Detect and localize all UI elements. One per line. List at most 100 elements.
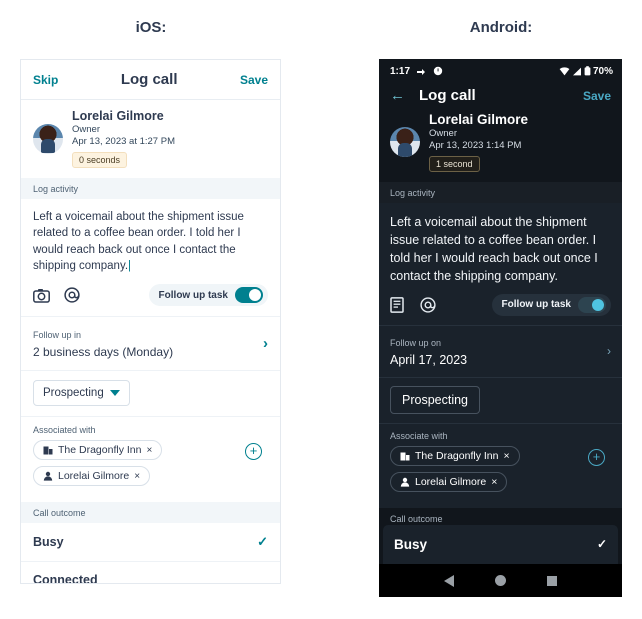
association-chip-contact[interactable]: Lorelai Gilmore × — [390, 471, 508, 492]
call-datetime: Apr 13, 2023 1:14 PM — [429, 140, 522, 151]
mention-icon[interactable] — [64, 287, 80, 303]
activity-note-input[interactable]: Left a voicemail about the shipment issu… — [379, 203, 622, 292]
chevron-right-icon: › — [607, 343, 611, 358]
ios-section-title: iOS: — [135, 19, 167, 36]
camera-icon[interactable] — [33, 288, 50, 303]
status-right: 70% — [559, 66, 613, 77]
follow-up-task-label: Follow up task — [501, 299, 571, 310]
save-button[interactable]: Save — [583, 89, 611, 103]
association-chip-company[interactable]: The Dragonfly Inn × — [390, 445, 520, 466]
option-label: Connected — [33, 573, 98, 584]
save-button[interactable]: Save — [240, 73, 268, 87]
battery-icon — [584, 66, 591, 76]
activity-note-text: Left a voicemail about the shipment issu… — [33, 211, 244, 272]
contact-summary: Lorelai Gilmore Owner Apr 13, 2023 1:14 … — [379, 110, 622, 182]
chip-remove-icon[interactable]: × — [491, 476, 497, 488]
recents-nav-icon[interactable] — [547, 575, 558, 586]
associations-section: Associated with The Dragonfly Inn × Lore… — [21, 417, 280, 502]
battery-percent: 70% — [592, 65, 613, 77]
contact-details: Lorelai Gilmore Owner Apr 13, 2023 1:14 … — [429, 112, 528, 172]
follow-up-row[interactable]: Follow up on April 17, 2023 › — [379, 326, 622, 377]
contact-name: Lorelai Gilmore — [429, 112, 529, 127]
contact-icon — [400, 477, 410, 487]
associations-list: Associated with The Dragonfly Inn × Lore… — [33, 425, 245, 492]
note-icon[interactable] — [390, 296, 404, 313]
wifi-icon — [559, 66, 570, 75]
android-section-title: Android: — [469, 19, 533, 36]
follow-up-task-toggle-group[interactable]: Follow up task — [491, 293, 611, 316]
follow-up-task-switch[interactable] — [235, 287, 263, 304]
log-activity-card: Left a voicemail about the shipment issu… — [379, 203, 622, 508]
contact-summary: Lorelai Gilmore Owner Apr 13, 2023 at 1:… — [21, 100, 280, 178]
check-icon: ✓ — [257, 534, 268, 550]
call-duration-badge: 0 seconds — [72, 152, 128, 168]
call-outcome-label: Call outcome — [21, 502, 280, 524]
chip-label: The Dragonfly Inn — [415, 449, 499, 462]
chevron-right-icon: › — [263, 334, 268, 352]
chip-label: The Dragonfly Inn — [58, 444, 142, 457]
add-association-button[interactable]: + — [588, 448, 605, 466]
follow-up-value: 2 business days (Monday) — [33, 345, 174, 360]
company-icon — [43, 446, 53, 455]
status-time: 1:17 — [390, 65, 411, 77]
chip-label: Lorelai Gilmore — [58, 470, 130, 483]
signal-icon — [572, 67, 581, 75]
follow-up-label: Follow up in — [33, 330, 82, 341]
home-nav-icon[interactable] — [494, 575, 506, 586]
chip-row: Lorelai Gilmore × — [33, 466, 245, 492]
ios-navigation-bar: Skip Log call Save — [21, 60, 280, 100]
associations-section: Associate with The Dragonfly Inn × Lorel… — [379, 424, 622, 508]
chip-row: The Dragonfly Inn × — [390, 445, 588, 472]
chip-remove-icon[interactable]: × — [503, 450, 509, 462]
follow-up-row[interactable]: Follow up in 2 business days (Monday) › — [21, 317, 280, 370]
contact-details: Lorelai Gilmore Owner Apr 13, 2023 at 1:… — [72, 109, 175, 168]
call-outcome-option-busy[interactable]: Busy ✓ — [21, 523, 280, 561]
chip-label: Lorelai Gilmore — [415, 475, 487, 488]
option-label: Busy — [394, 536, 428, 552]
association-chip-contact[interactable]: Lorelai Gilmore × — [33, 466, 151, 487]
associations-list: Associate with The Dragonfly Inn × Lorel… — [390, 431, 588, 498]
follow-up-task-label: Follow up task — [158, 289, 228, 301]
page-title: Log call — [419, 87, 476, 104]
composer-toolbar: Follow up task — [21, 280, 280, 316]
option-label: Busy — [33, 535, 64, 550]
log-activity-card: Left a voicemail about the shipment issu… — [21, 199, 280, 503]
composer-toolbar: Follow up task — [379, 292, 622, 325]
stage-value: Prospecting — [43, 387, 104, 400]
android-status-bar: 1:17 70% — [379, 59, 622, 83]
activity-note-input[interactable]: Left a voicemail about the shipment issu… — [21, 199, 280, 280]
stage-row: Prospecting — [379, 378, 622, 423]
follow-up-task-toggle-group[interactable]: Follow up task — [148, 284, 268, 307]
stage-dropdown[interactable]: Prospecting — [390, 385, 481, 414]
activity-note-text: Left a voicemail about the shipment issu… — [390, 215, 598, 284]
call-outcome-label: Call outcome — [379, 507, 622, 525]
association-chip-company[interactable]: The Dragonfly Inn × — [33, 440, 163, 461]
arrow-left-icon[interactable]: ← — [390, 88, 405, 103]
chip-remove-icon[interactable]: × — [146, 445, 152, 456]
skip-button[interactable]: Skip — [33, 73, 58, 87]
call-outcome-option-connected[interactable]: Connected — [21, 562, 280, 584]
contact-name: Lorelai Gilmore — [72, 109, 164, 123]
follow-up-task-switch[interactable] — [578, 296, 606, 313]
associations-label: Associated with — [33, 425, 96, 436]
ios-phone-frame: Skip Log call Save Lorelai Gilmore Owner… — [20, 59, 281, 584]
add-association-button[interactable]: + — [245, 443, 262, 461]
back-nav-icon[interactable] — [443, 574, 454, 587]
status-left: 1:17 — [390, 66, 443, 77]
text-cursor: | — [128, 259, 132, 272]
avatar — [33, 123, 63, 154]
mention-icon[interactable] — [420, 296, 436, 313]
contact-role: Owner — [72, 124, 100, 135]
stage-dropdown[interactable]: Prospecting — [33, 380, 130, 407]
chip-remove-icon[interactable]: × — [134, 471, 140, 482]
check-icon: ✓ — [596, 537, 607, 551]
contact-role: Owner — [429, 128, 457, 139]
android-navigation-bar: ← Log call Save — [379, 83, 622, 110]
associations-label: Associate with — [390, 430, 448, 441]
page-title: Log call — [120, 71, 178, 88]
call-outcome-list: Busy ✓ Connected — [21, 523, 280, 584]
contact-icon — [43, 472, 53, 481]
call-outcome-option-busy[interactable]: Busy ✓ — [383, 524, 618, 564]
chevron-down-icon — [109, 390, 120, 397]
company-icon — [400, 452, 410, 460]
